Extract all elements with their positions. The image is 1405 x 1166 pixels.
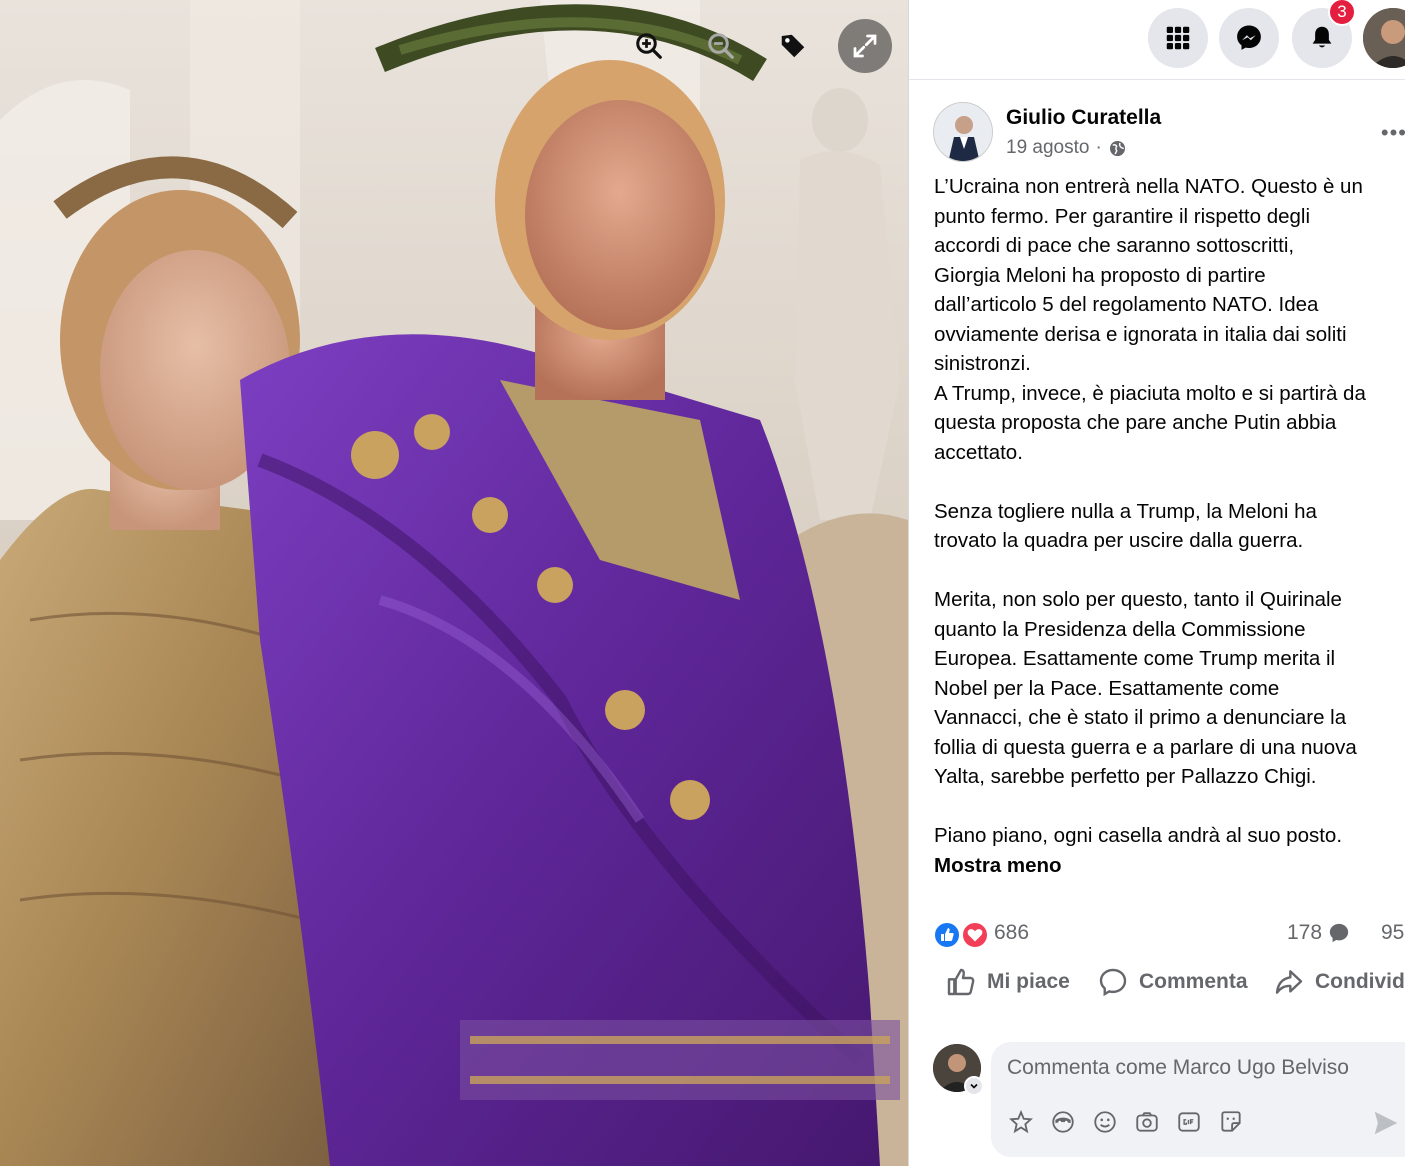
- post-line: accettato.: [934, 440, 1023, 464]
- gif-button[interactable]: [1175, 1108, 1203, 1136]
- expand-icon: [853, 34, 877, 58]
- post-panel: 3 Giulio Curatella 19 agosto · ••• L’Ucr…: [908, 0, 1405, 1166]
- post-line: follia di questa guerra e a parlare di u…: [934, 735, 1357, 759]
- camera-icon: [1136, 1112, 1158, 1132]
- post-date-text: 19 agosto: [1006, 137, 1090, 158]
- post-line: Vannacci, che è stato il primo a denunci…: [934, 706, 1347, 729]
- show-less-link[interactable]: Mostra meno: [934, 851, 1405, 881]
- avatar-face-icon: [1052, 1111, 1074, 1133]
- share-label: Condividi: [1315, 970, 1405, 993]
- like-button[interactable]: Mi piace: [945, 966, 1070, 998]
- avatar-sticker-icon: [1009, 1109, 1033, 1134]
- gif-icon: [1178, 1112, 1200, 1132]
- comment-count-value: 178: [1287, 921, 1323, 944]
- comment-bubble-icon: [1329, 923, 1349, 943]
- like-label: Mi piace: [987, 970, 1070, 993]
- comment-box: [991, 1042, 1405, 1157]
- menu-grid-icon: [1166, 26, 1190, 50]
- more-options-button[interactable]: •••: [1381, 120, 1405, 146]
- globe-icon: [1109, 140, 1125, 156]
- post-line: punto fermo. Per garantire il rispetto d…: [934, 204, 1311, 228]
- send-icon[interactable]: [1371, 1108, 1401, 1138]
- zoom-out-button[interactable]: [694, 19, 748, 73]
- notifications-button[interactable]: 3: [1292, 0, 1356, 68]
- post-line: Giorgia Meloni ha proposto di partire: [934, 263, 1266, 287]
- post-line: Nobel per la Pace. Esattamente come: [934, 676, 1280, 700]
- post-header: Giulio Curatella 19 agosto · •••: [933, 100, 1405, 166]
- comment-button[interactable]: Commenta: [1097, 966, 1248, 998]
- post-line: ovviamente derisa e ignorata in italia d…: [934, 322, 1347, 346]
- author-name[interactable]: Giulio Curatella: [1006, 106, 1161, 130]
- post-line: dall’articolo 5 del regolamento NATO. Id…: [934, 293, 1319, 316]
- share-button[interactable]: Condividi: [1273, 966, 1405, 998]
- avatar-sticker-button[interactable]: [1007, 1108, 1035, 1136]
- post-photo: [0, 0, 908, 1166]
- post-text: L’Ucraina non entrerà nella NATO. Questo…: [934, 172, 1405, 880]
- post-line: questa proposta che pare anche Putin abb…: [934, 411, 1337, 434]
- comment-composer: [909, 1042, 1405, 1162]
- thumbs-up-icon: [947, 968, 975, 996]
- post-line: Yalta, sarebbe perfetto per Pallazzo Chi…: [934, 765, 1317, 788]
- post-line: L’Ucraina non entrerà nella NATO. Questo…: [934, 175, 1363, 198]
- post-line: A Trump, invece, è piaciuta molto e si p…: [934, 381, 1366, 405]
- post-date[interactable]: 19 agosto ·: [1006, 137, 1127, 159]
- account-avatar[interactable]: [1363, 8, 1405, 68]
- share-icon: [1275, 970, 1303, 994]
- author-avatar[interactable]: [933, 102, 993, 162]
- post-line: sinistronzi.: [934, 352, 1031, 375]
- post-line: accordi di pace che saranno sottoscritti…: [934, 234, 1295, 257]
- comment-count[interactable]: 178: [1287, 921, 1350, 945]
- photo-button[interactable]: [1133, 1108, 1161, 1136]
- zoom-in-button[interactable]: [622, 19, 676, 73]
- menu-button[interactable]: [1148, 8, 1208, 68]
- tag-icon: [781, 34, 805, 58]
- reaction-icons[interactable]: [931, 920, 987, 950]
- chevron-down-icon[interactable]: [964, 1076, 984, 1096]
- comment-input[interactable]: [1007, 1056, 1405, 1080]
- photo-viewer: [0, 0, 908, 1166]
- comment-icon: [1099, 968, 1127, 997]
- emoji-button[interactable]: [1091, 1108, 1119, 1136]
- zoom-out-icon: [708, 33, 734, 59]
- share-count[interactable]: 95: [1381, 921, 1404, 945]
- post-line: Merita, non solo per questo, tanto il Qu…: [934, 588, 1342, 611]
- reactions-bar: 686 178 95: [931, 918, 1405, 950]
- notifications-badge: 3: [1328, 0, 1356, 26]
- top-bar: 3: [909, 0, 1405, 80]
- fullscreen-button[interactable]: [838, 19, 892, 73]
- sticker-button[interactable]: [1217, 1108, 1245, 1136]
- emoji-icon: [1094, 1111, 1116, 1133]
- post-actions: Mi piace Commenta Condividi: [909, 960, 1405, 1010]
- reaction-count[interactable]: 686: [994, 921, 1029, 945]
- post-line: Piano piano, ogni casella andrà al suo p…: [934, 824, 1343, 847]
- avatar-button[interactable]: [1049, 1108, 1077, 1136]
- date-separator: ·: [1095, 137, 1102, 158]
- tag-photo-button[interactable]: [766, 19, 820, 73]
- post-line: trovato la quadra per uscire dalla guerr…: [934, 529, 1304, 552]
- sticker-icon: [1221, 1111, 1241, 1132]
- zoom-in-icon: [636, 33, 662, 59]
- post-line: Senza togliere nulla a Trump, la Meloni …: [934, 499, 1317, 523]
- messenger-button[interactable]: [1219, 8, 1279, 68]
- comment-label: Commenta: [1139, 970, 1248, 993]
- post-line: quanto la Presidenza della Commissione: [934, 617, 1306, 641]
- post-line: Europea. Esattamente come Trump merita i…: [934, 647, 1336, 670]
- messenger-icon: [1237, 25, 1261, 50]
- bell-icon: [1312, 26, 1332, 48]
- comment-tools: [1007, 1108, 1245, 1136]
